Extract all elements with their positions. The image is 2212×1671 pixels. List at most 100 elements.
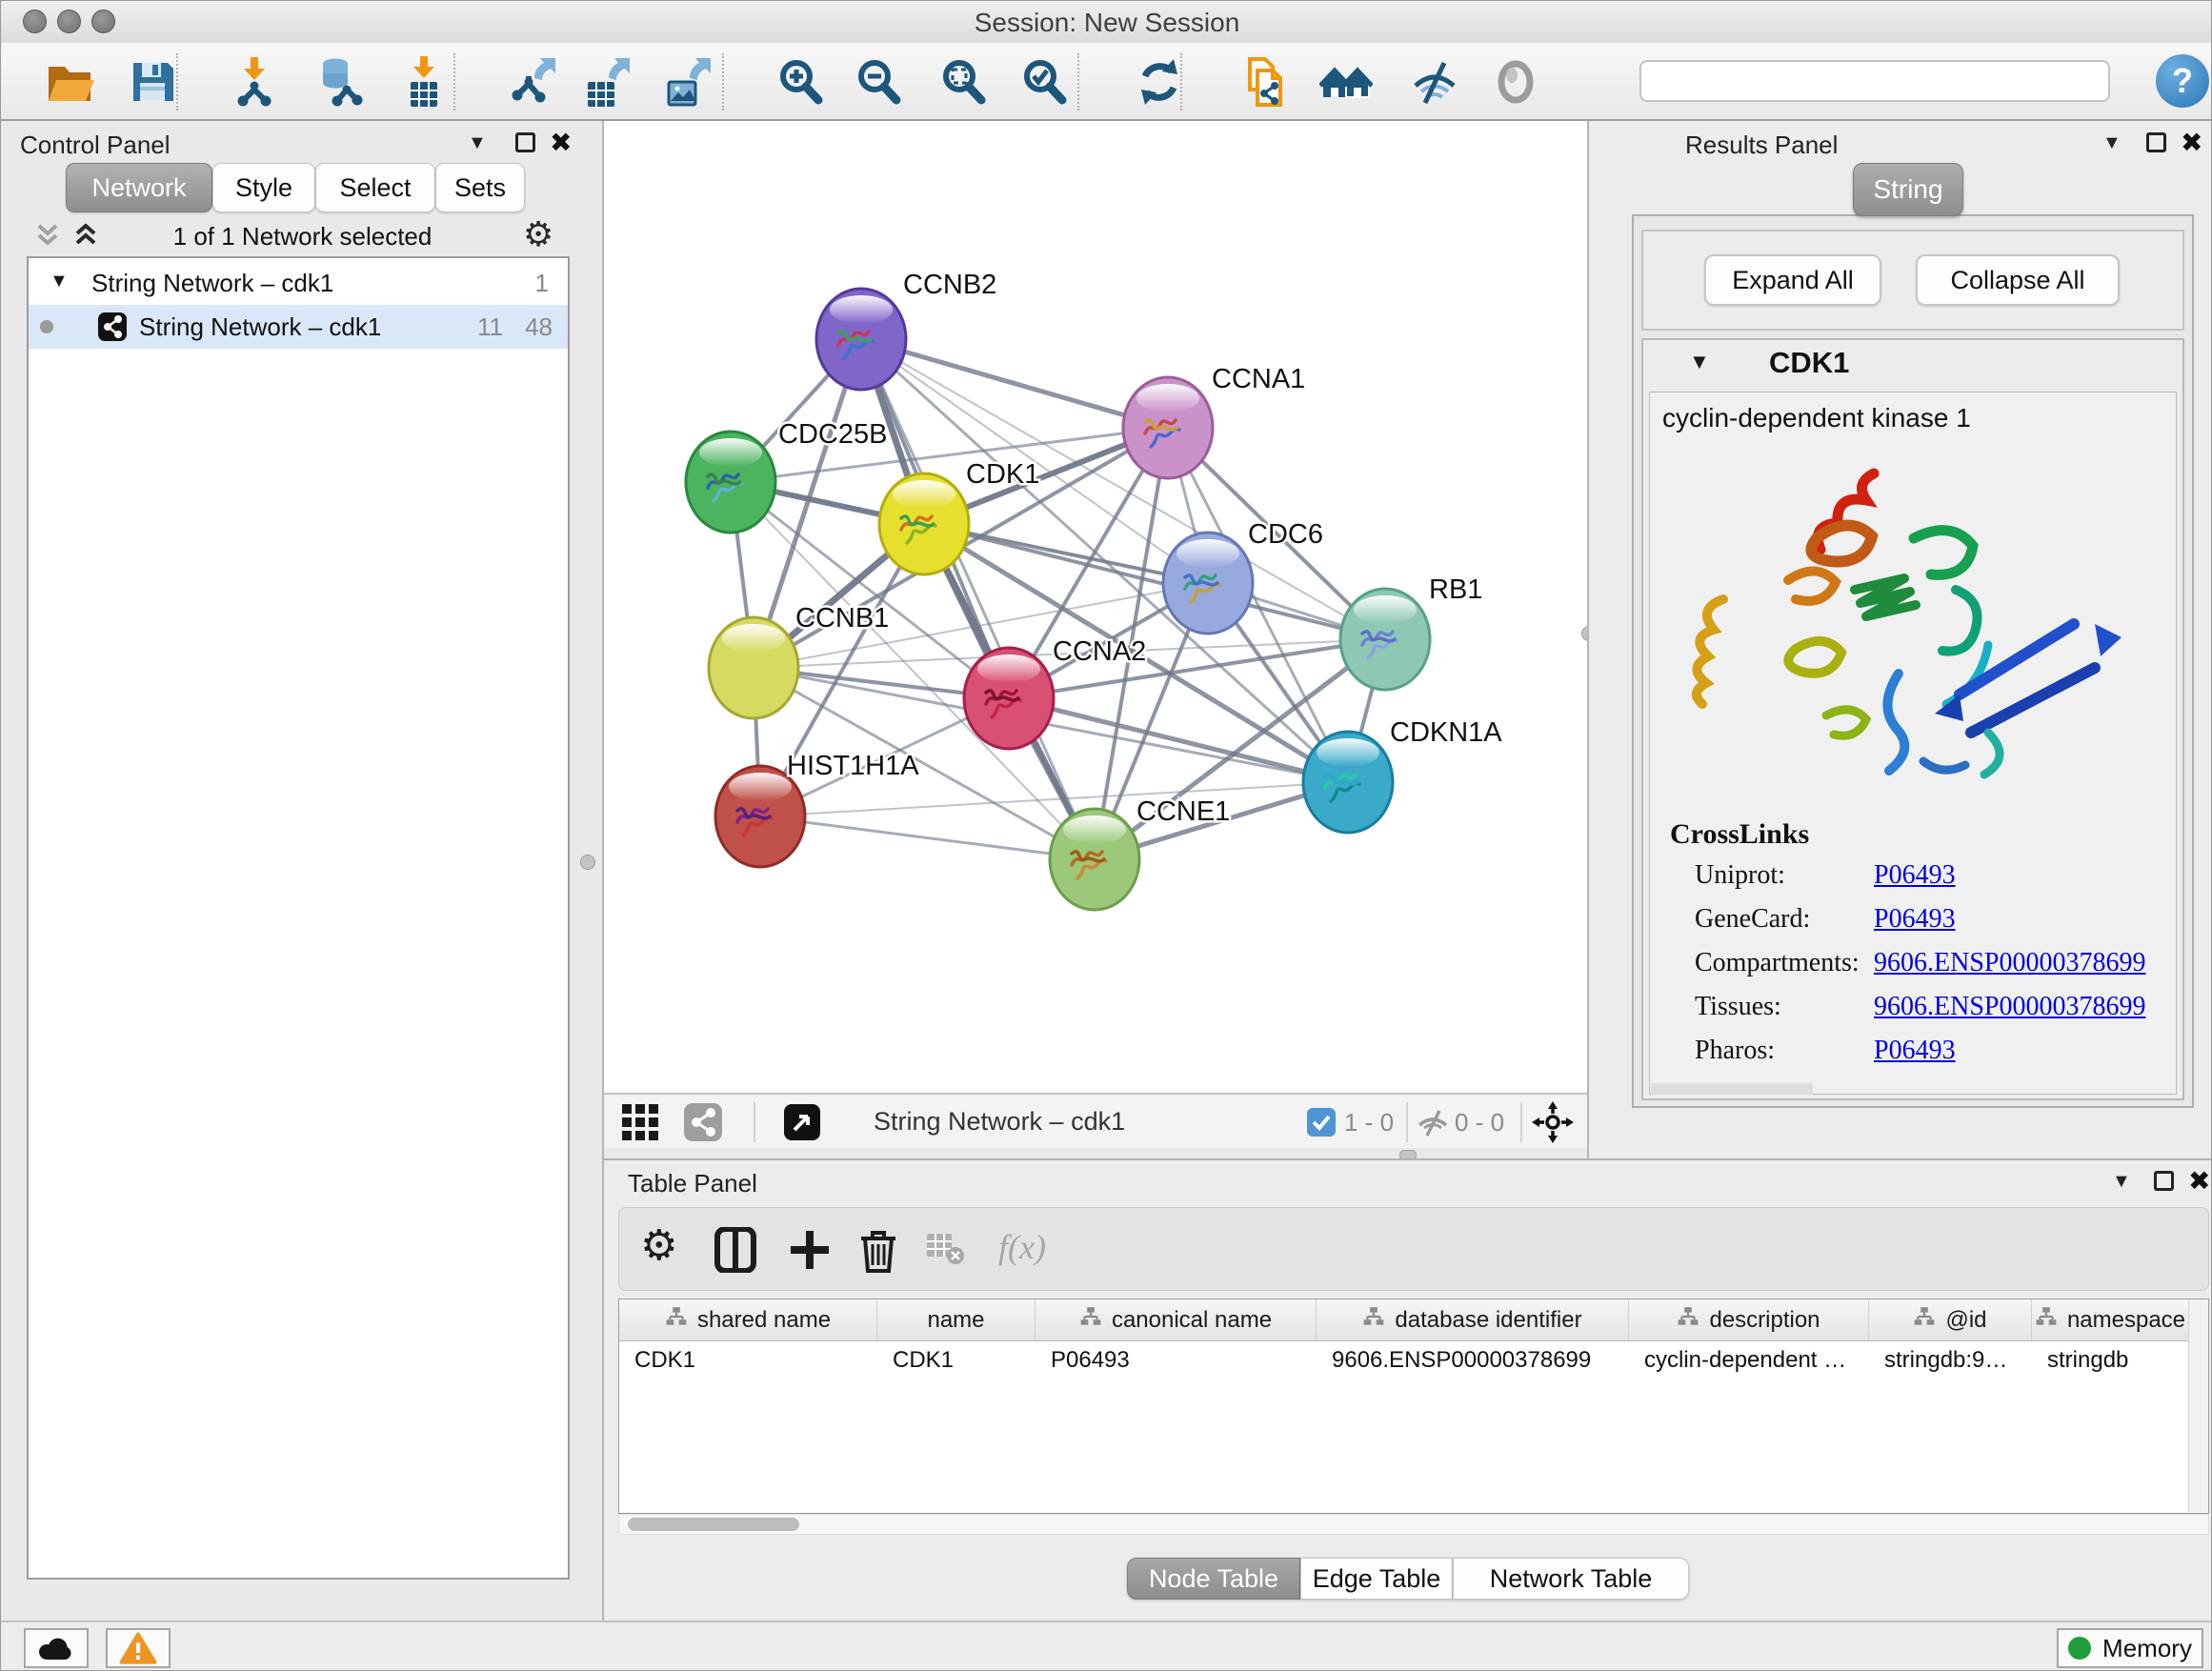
import-table-icon[interactable] xyxy=(397,55,451,109)
table-cell[interactable]: stringdb xyxy=(2032,1341,2189,1379)
panel-menu-icon[interactable]: ▼ xyxy=(468,132,487,154)
import-database-icon[interactable] xyxy=(312,55,366,109)
crosslink-value[interactable]: P06493 xyxy=(1874,1036,1956,1066)
close-panel-icon[interactable]: ✖ xyxy=(550,132,572,153)
float-panel-icon[interactable] xyxy=(2146,132,2166,152)
column-header-shared-name[interactable]: shared name xyxy=(619,1299,877,1340)
selected-checkbox-icon[interactable] xyxy=(1306,1107,1337,1142)
network-node-ccna1[interactable]: CCNA1 xyxy=(1123,364,1305,478)
network-node-ccnb1[interactable]: CCNB1 xyxy=(709,603,889,718)
expand-all-button[interactable]: Expand All xyxy=(1704,254,1881,306)
table-hscrollbar[interactable] xyxy=(618,1514,2209,1535)
table-cell[interactable]: cyclin-dependent … xyxy=(1629,1341,1869,1379)
panel-menu-icon[interactable]: ▼ xyxy=(2112,1171,2131,1193)
network-row[interactable]: String Network – cdk1 11 48 xyxy=(29,305,568,349)
section-collapse-icon[interactable]: ▼ xyxy=(1689,350,1710,374)
hide-selected-icon[interactable] xyxy=(1408,55,1461,109)
collection-collapse-icon[interactable]: ▼ xyxy=(50,271,69,292)
zoom-fit-icon[interactable] xyxy=(936,55,990,109)
zoom-selected-icon[interactable] xyxy=(1017,55,1071,109)
table-cell[interactable]: 9606.ENSP00000378699 xyxy=(1317,1341,1629,1379)
detach-view-icon[interactable] xyxy=(783,1103,821,1146)
memory-button[interactable]: Memory xyxy=(2057,1628,2203,1668)
tab-string[interactable]: String xyxy=(1853,163,1963,216)
tab-node-table[interactable]: Node Table xyxy=(1127,1558,1300,1600)
tab-select[interactable]: Select xyxy=(315,163,435,212)
warning-icon[interactable] xyxy=(106,1628,171,1668)
main-toolbar: ? xyxy=(1,43,2212,121)
node-label: CDC6 xyxy=(1248,519,1323,550)
cloud-icon[interactable] xyxy=(24,1628,89,1668)
network-edge[interactable] xyxy=(760,816,1095,859)
column-header--id[interactable]: @id xyxy=(1869,1299,2032,1340)
birds-eye-icon[interactable] xyxy=(1532,1101,1574,1148)
left-splitter-handle[interactable] xyxy=(580,855,595,870)
first-neighbors-icon[interactable] xyxy=(1319,55,1373,109)
crosslink-value[interactable]: P06493 xyxy=(1874,904,1956,935)
close-panel-icon[interactable]: ✖ xyxy=(2181,132,2202,153)
import-network-icon[interactable] xyxy=(228,55,281,109)
network-status-dot xyxy=(40,320,53,333)
results-scrollbar[interactable] xyxy=(1651,1083,1813,1095)
table-gear-icon[interactable]: ⚙ xyxy=(640,1221,677,1270)
table-cell[interactable]: CDK1 xyxy=(877,1341,1036,1379)
delete-column-icon[interactable] xyxy=(859,1227,897,1278)
close-panel-icon[interactable]: ✖ xyxy=(2188,1171,2210,1192)
share-view-icon[interactable] xyxy=(683,1102,723,1147)
crosslink-value[interactable]: 9606.ENSP00000378699 xyxy=(1874,948,2145,978)
splitter-horizontal[interactable] xyxy=(604,1148,1587,1158)
tab-style[interactable]: Style xyxy=(212,163,315,212)
network-canvas[interactable]: CCNB2CCNA1CDC25BCDK1CDC6RB1CCNB1CCNA2CDK… xyxy=(604,121,1587,1093)
network-edge-count: 48 xyxy=(509,312,553,342)
add-column-icon[interactable] xyxy=(789,1227,831,1278)
network-node-ccne1[interactable]: CCNE1 xyxy=(1050,796,1230,910)
node-label: CCNB1 xyxy=(795,603,889,634)
save-session-icon[interactable] xyxy=(126,55,179,109)
zoom-in-icon[interactable] xyxy=(774,55,827,109)
panel-menu-icon[interactable]: ▼ xyxy=(2102,132,2122,154)
tab-edge-table[interactable]: Edge Table xyxy=(1300,1558,1453,1600)
annotation-share-icon[interactable] xyxy=(1238,55,1292,109)
protein-structure-image xyxy=(1674,447,2160,814)
zoom-out-icon[interactable] xyxy=(852,55,905,109)
crosslink-label: Uniprot: xyxy=(1695,860,1785,891)
network-node-cdkn1a[interactable]: CDKN1A xyxy=(1303,717,1502,833)
export-network-icon[interactable] xyxy=(506,55,559,109)
network-row-label: String Network – cdk1 xyxy=(139,312,381,342)
column-header-name[interactable]: name xyxy=(877,1299,1036,1340)
gear-icon[interactable]: ⚙ xyxy=(523,214,553,254)
table-cell[interactable]: P06493 xyxy=(1036,1341,1317,1379)
section-title: CDK1 xyxy=(1769,346,1849,380)
crosslink-value[interactable]: P06493 xyxy=(1874,860,1956,891)
table-cell[interactable]: stringdb:9… xyxy=(1869,1341,2032,1379)
table-vscrollbar[interactable] xyxy=(2188,1299,2208,1512)
export-table-icon[interactable] xyxy=(580,55,633,109)
column-header-canonical-name[interactable]: canonical name xyxy=(1036,1299,1317,1340)
help-icon[interactable]: ? xyxy=(2156,54,2209,108)
network-edge[interactable] xyxy=(861,339,1168,428)
network-collection-row[interactable]: ▼ String Network – cdk1 1 xyxy=(29,261,568,305)
table-hscrollbar-thumb[interactable] xyxy=(628,1518,799,1531)
network-edge[interactable] xyxy=(861,339,1095,859)
search-input[interactable] xyxy=(1639,60,2110,102)
tab-network[interactable]: Network xyxy=(66,163,212,212)
show-all-icon[interactable] xyxy=(1489,55,1542,109)
show-columns-icon[interactable] xyxy=(714,1227,756,1278)
tab-network-table[interactable]: Network Table xyxy=(1453,1558,1689,1600)
table-row[interactable]: CDK1CDK1P064939606.ENSP00000378699cyclin… xyxy=(619,1341,2189,1379)
export-image-icon[interactable] xyxy=(661,55,714,109)
refresh-icon[interactable] xyxy=(1133,55,1186,109)
tab-sets[interactable]: Sets xyxy=(435,163,525,212)
float-panel-icon[interactable] xyxy=(515,132,535,152)
grid-view-icon[interactable] xyxy=(620,1102,660,1147)
network-graph[interactable]: CCNB2CCNA1CDC25BCDK1CDC6RB1CCNB1CCNA2CDK… xyxy=(604,121,1587,1093)
table-cell[interactable]: CDK1 xyxy=(619,1341,877,1379)
network-node-rb1[interactable]: RB1 xyxy=(1340,574,1482,690)
open-file-icon[interactable] xyxy=(43,55,96,109)
crosslink-value[interactable]: 9606.ENSP00000378699 xyxy=(1874,992,2145,1022)
collapse-all-button[interactable]: Collapse All xyxy=(1916,254,2120,306)
column-header-namespace[interactable]: namespace xyxy=(2032,1299,2189,1340)
column-header-database-identifier[interactable]: database identifier xyxy=(1317,1299,1629,1340)
column-header-description[interactable]: description xyxy=(1629,1299,1869,1340)
float-panel-icon[interactable] xyxy=(2154,1171,2174,1191)
